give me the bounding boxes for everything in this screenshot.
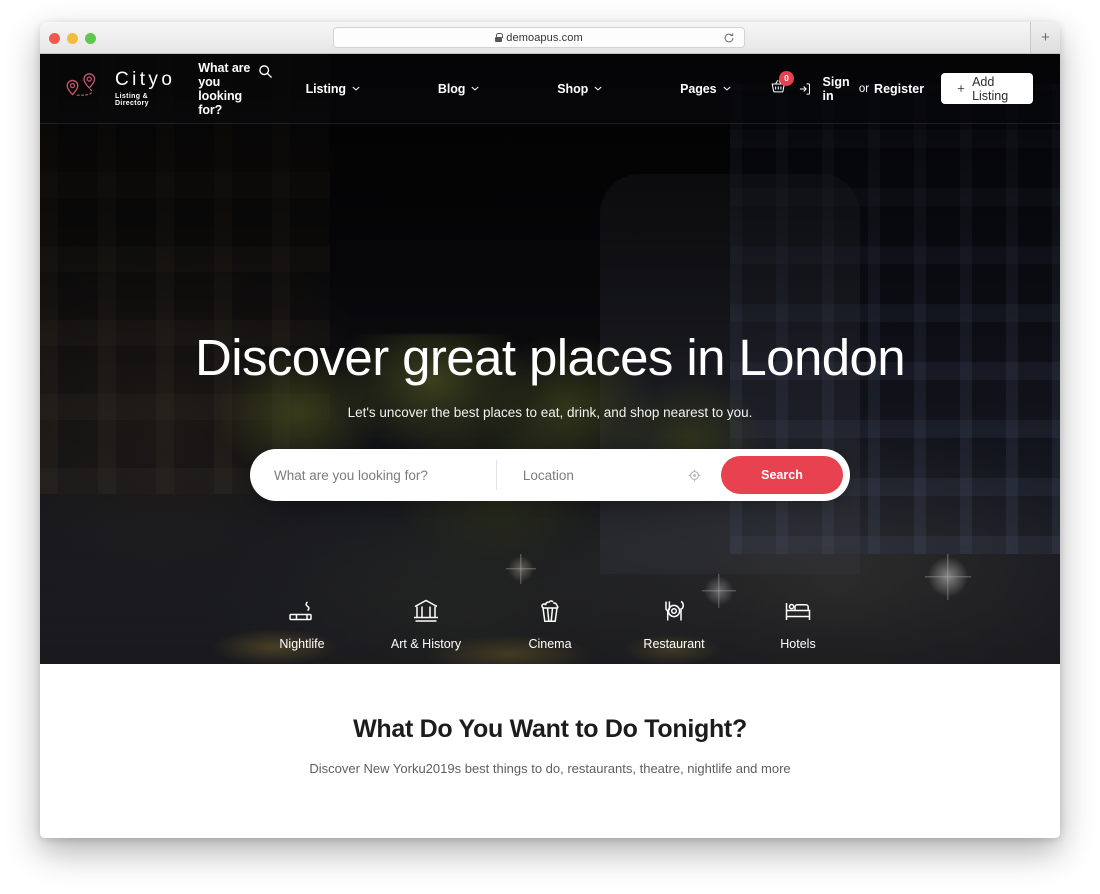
reload-icon[interactable] <box>723 32 735 44</box>
nav-item-pages[interactable]: Pages <box>641 82 769 96</box>
hero-subtitle: Let's uncover the best places to eat, dr… <box>347 405 753 420</box>
category-restaurant[interactable]: Restaurant <box>612 596 736 651</box>
lock-icon <box>495 33 503 42</box>
search-button[interactable]: Search <box>721 456 843 494</box>
register-link[interactable]: Register <box>874 82 924 96</box>
category-hotels[interactable]: Hotels <box>736 596 860 651</box>
new-tab-button[interactable]: + <box>1030 22 1060 53</box>
close-window-button[interactable] <box>49 33 60 44</box>
main-navigation: Listing Blog Shop Pages <box>267 82 770 96</box>
category-label: Nightlife <box>279 637 325 651</box>
popcorn-icon <box>541 600 559 622</box>
add-listing-label: Add Listing <box>972 74 1009 103</box>
hero-search-bar: What are you looking for? Location Searc… <box>250 449 850 501</box>
window-traffic-lights <box>49 33 96 44</box>
header-search-label: What are you looking for? <box>198 60 251 117</box>
tonight-section: What Do You Want to Do Tonight? Discover… <box>40 664 1060 838</box>
address-bar[interactable]: demoapus.com <box>333 27 745 48</box>
map-pin-route-icon <box>66 72 96 96</box>
nav-label: Shop <box>557 81 589 96</box>
nav-label: Listing <box>305 81 346 96</box>
sign-in-link[interactable]: Sign in <box>823 75 854 103</box>
logo-tagline: Listing & Directory <box>115 93 149 107</box>
site-header: Cityo Listing & Directory What are you l… <box>40 54 1060 124</box>
chevron-down-icon <box>352 86 360 91</box>
page-viewport: Cityo Listing & Directory What are you l… <box>40 54 1060 838</box>
magnifier-icon <box>258 64 272 78</box>
hero-category-list: Nightlife Art & History Cinema Restauran… <box>240 596 860 651</box>
chevron-down-icon <box>471 86 479 91</box>
nav-label: Blog <box>437 81 466 96</box>
category-label: Hotels <box>780 637 816 651</box>
hero-title: Discover great places in London <box>195 329 906 386</box>
browser-titlebar: demoapus.com + <box>40 22 1060 54</box>
nav-item-blog[interactable]: Blog <box>399 82 518 96</box>
header-search-trigger[interactable]: What are you looking for? <box>198 60 272 117</box>
category-nightlife[interactable]: Nightlife <box>240 596 364 651</box>
nav-item-listing[interactable]: Listing <box>267 82 399 96</box>
header-actions: 0 Sign in or Register Add Listing <box>770 70 1034 104</box>
search-location-input[interactable]: Location <box>497 460 721 490</box>
cart-count-badge: 0 <box>779 70 795 86</box>
hero-section: Cityo Listing & Directory What are you l… <box>40 54 1060 664</box>
category-label: Art & History <box>390 637 462 651</box>
category-art-history[interactable]: Art & History <box>364 596 488 651</box>
site-logo[interactable]: Cityo Listing & Directory <box>65 70 175 107</box>
tonight-title: What Do You Want to Do Tonight? <box>353 715 747 743</box>
hero-content: Discover great places in London Let's un… <box>40 54 1060 664</box>
crosshair-target-icon[interactable] <box>688 469 701 482</box>
search-location-placeholder: Location <box>522 467 574 483</box>
search-keyword-input[interactable]: What are you looking for? <box>250 460 497 490</box>
chevron-down-icon <box>722 86 731 91</box>
cart-button[interactable]: 0 <box>770 70 795 100</box>
add-listing-button[interactable]: Add Listing <box>941 73 1034 104</box>
tonight-subtitle: Discover New Yorku2019s best things to d… <box>309 761 791 776</box>
minimize-window-button[interactable] <box>67 33 78 44</box>
zoom-window-button[interactable] <box>85 33 96 44</box>
auth-separator: or <box>858 82 870 95</box>
museum-icon <box>414 599 438 622</box>
category-label: Restaurant <box>643 637 705 651</box>
sign-in-icon[interactable] <box>798 80 812 98</box>
plus-icon <box>957 85 965 92</box>
address-bar-url: demoapus.com <box>506 31 583 44</box>
chevron-down-icon <box>594 86 602 91</box>
category-label: Cinema <box>528 637 572 651</box>
browser-window: demoapus.com + Cityo Listing & Directory… <box>40 22 1060 838</box>
nav-item-shop[interactable]: Shop <box>518 82 641 96</box>
logo-name: Cityo <box>115 69 176 90</box>
cutlery-plate-icon <box>665 600 684 621</box>
category-cinema[interactable]: Cinema <box>488 596 612 651</box>
cigarette-icon <box>289 601 312 621</box>
bed-icon <box>785 603 811 620</box>
nav-label: Pages <box>680 81 717 96</box>
